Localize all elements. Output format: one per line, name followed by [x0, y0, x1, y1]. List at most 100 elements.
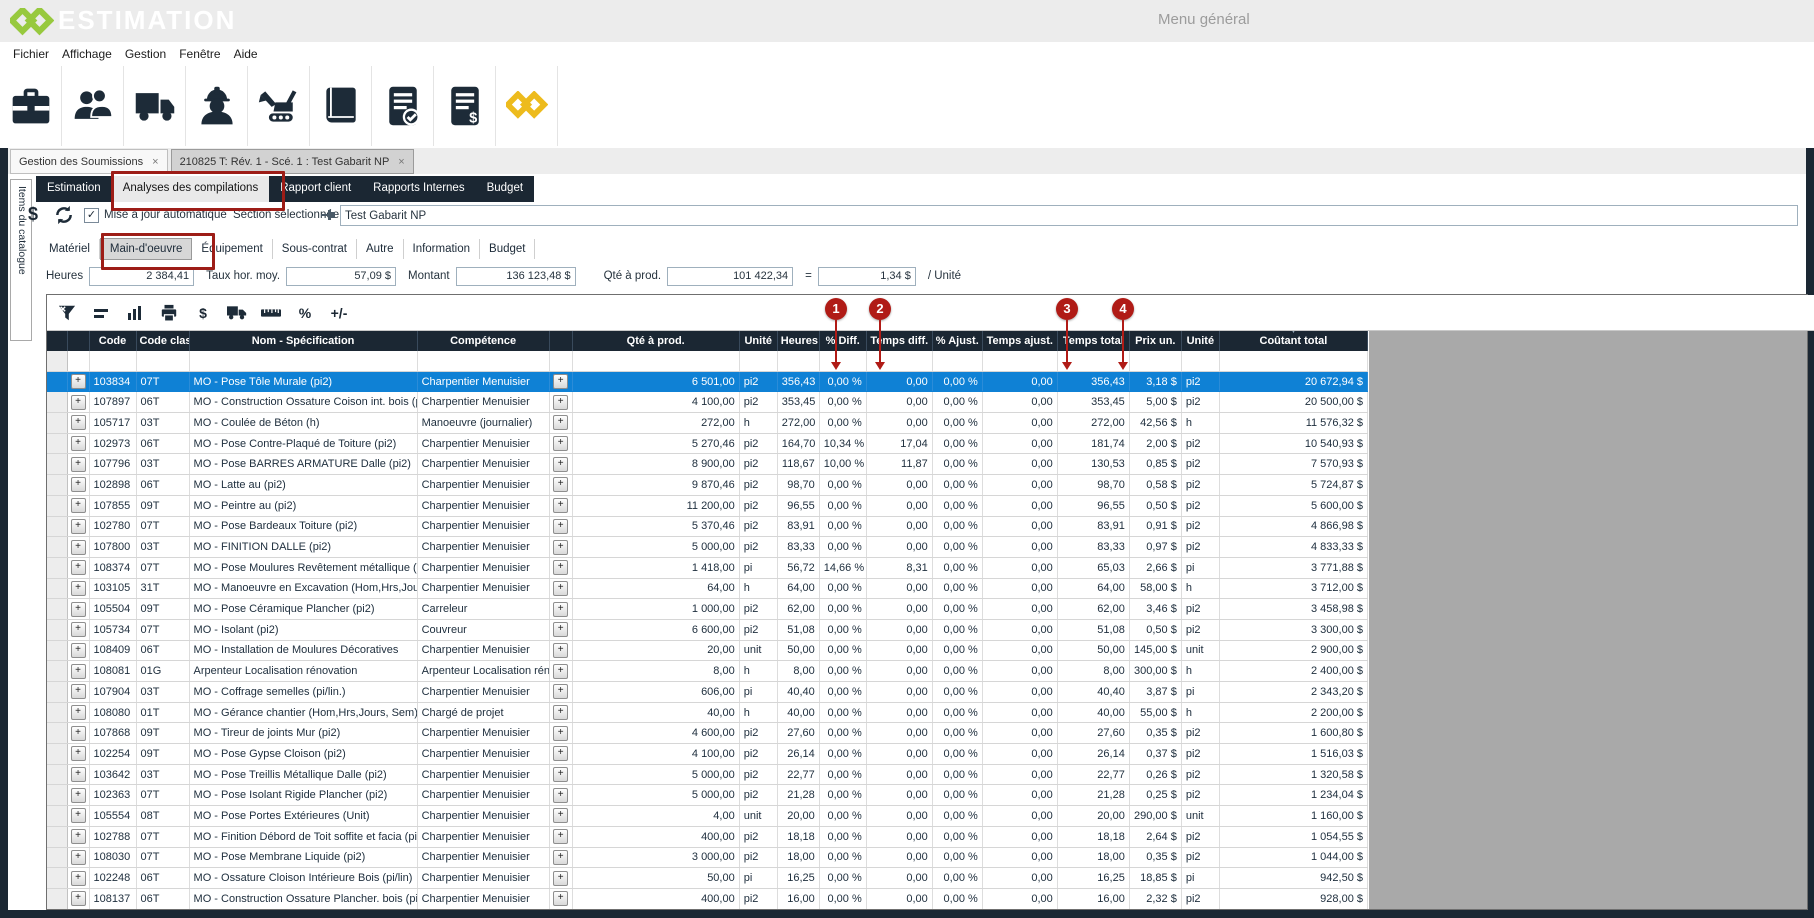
table-row[interactable]: +10573407TMO - Isolant (pi2)Couvreur+6 6… [47, 619, 1368, 640]
worker-button[interactable] [186, 66, 248, 146]
table-row[interactable]: +10571703TMO - Coulée de Béton (h)Manoeu… [47, 413, 1368, 434]
expand-row-button[interactable]: + [71, 498, 86, 513]
truck-button[interactable] [124, 66, 186, 146]
filter-cell[interactable] [1129, 351, 1181, 371]
printer-icon[interactable] [158, 303, 180, 323]
filter-cell[interactable] [89, 351, 136, 371]
expand-row-button[interactable]: + [71, 767, 86, 782]
filter-cell[interactable] [136, 351, 189, 371]
table-row[interactable]: +10550409TMO - Pose Céramique Plancher (… [47, 599, 1368, 620]
menu-fenetre[interactable]: Fenêtre [179, 47, 220, 61]
filter-cell[interactable] [739, 351, 777, 371]
expand-competence-button[interactable]: + [553, 560, 568, 575]
expand-competence-button[interactable]: + [553, 726, 568, 741]
column-header-ajust[interactable]: % Ajust. [932, 331, 982, 351]
table-row[interactable]: +10555408TMO - Pose Portes Extérieures (… [47, 806, 1368, 827]
filter-cell[interactable] [1219, 351, 1367, 371]
table-row[interactable]: +10837407TMO - Pose Moulures Revêtement … [47, 557, 1368, 578]
table-row[interactable]: +10808101GArpenteur Localisation rénovat… [47, 661, 1368, 682]
column-header-temps-diff[interactable]: Temps diff. [866, 331, 932, 351]
menu-gestion[interactable]: Gestion [125, 47, 166, 61]
filter-cell[interactable] [777, 351, 819, 371]
expand-competence-button[interactable]: + [553, 664, 568, 679]
tab-estimation[interactable]: Estimation [36, 176, 112, 202]
expand-competence-button[interactable]: + [553, 746, 568, 761]
table-row[interactable]: +10297306TMO - Pose Contre-Plaqué de Toi… [47, 433, 1368, 454]
expand-row-button[interactable]: + [71, 684, 86, 699]
grid-truck-icon[interactable] [226, 303, 248, 323]
bar-chart-icon[interactable] [124, 303, 146, 323]
expand-row-button[interactable]: + [71, 788, 86, 803]
tab-rapport-client[interactable]: Rapport client [269, 176, 362, 202]
expand-competence-button[interactable]: + [553, 891, 568, 906]
expand-competence-button[interactable]: + [553, 581, 568, 596]
expand-row-button[interactable]: + [71, 726, 86, 741]
expand-competence-button[interactable]: + [553, 850, 568, 865]
column-header-competence[interactable]: Compétence [417, 331, 549, 351]
table-row[interactable]: +10786809TMO - Tireur de joints Mur (pi2… [47, 723, 1368, 744]
montant-value[interactable] [456, 267, 576, 286]
auto-update-checkbox[interactable]: ✓ [84, 208, 99, 223]
catalog-button[interactable] [310, 66, 372, 146]
column-header-code[interactable]: Code [89, 331, 136, 351]
excavator-button[interactable] [248, 66, 310, 146]
expand-row-button[interactable]: + [71, 746, 86, 761]
menu-aide[interactable]: Aide [234, 47, 258, 61]
tab-budget[interactable]: Budget [476, 176, 534, 202]
table-row[interactable]: +10785509TMO - Peintre au (pi2)Charpenti… [47, 495, 1368, 516]
unit-rate-value[interactable] [818, 267, 916, 286]
table-row[interactable]: +10224806TMO - Ossature Cloison Intérieu… [47, 868, 1368, 889]
menu-affichage[interactable]: Affichage [62, 47, 112, 61]
expand-competence-button[interactable]: + [553, 684, 568, 699]
expand-competence-button[interactable]: + [553, 622, 568, 637]
column-header-blank[interactable] [67, 331, 89, 351]
tab-information[interactable]: Information [404, 239, 481, 259]
expand-competence-button[interactable]: + [553, 415, 568, 430]
column-header-nom-specification[interactable]: Nom - Spécification [189, 331, 417, 351]
tab-budget[interactable]: Budget [480, 239, 535, 259]
filter-cell[interactable] [549, 351, 572, 371]
qte-value[interactable] [667, 267, 793, 286]
tab-equipement[interactable]: Équipement [192, 239, 272, 259]
expand-competence-button[interactable]: + [553, 540, 568, 555]
plus-minus-icon[interactable]: +/- [328, 303, 350, 323]
dollar-icon[interactable]: $ [28, 204, 38, 225]
expand-row-button[interactable]: + [71, 871, 86, 886]
expand-row-button[interactable]: + [71, 415, 86, 430]
expand-row-button[interactable]: + [71, 374, 86, 389]
table-row[interactable]: +10813706TMO - Construction Ossature Pla… [47, 888, 1368, 909]
expand-row-button[interactable]: + [71, 829, 86, 844]
table-row[interactable]: +10278807TMO - Finition Débord de Toit s… [47, 826, 1368, 847]
table-row[interactable]: +10364203TMO - Pose Treillis Métallique … [47, 764, 1368, 785]
close-icon[interactable]: × [152, 156, 158, 168]
brand-gold-button[interactable] [496, 66, 558, 146]
expand-row-button[interactable]: + [71, 560, 86, 575]
expand-row-button[interactable]: + [71, 477, 86, 492]
expand-row-button[interactable]: + [71, 436, 86, 451]
expand-competence-button[interactable]: + [553, 602, 568, 617]
document-tab-210825-t-rev-1-sce-1[interactable]: 210825 T: Rév. 1 - Scé. 1 : Test Gabarit… [171, 149, 414, 174]
column-header-temps-total[interactable]: Temps total [1057, 331, 1129, 351]
menu-fichier[interactable]: Fichier [13, 47, 49, 61]
filter-cell[interactable] [819, 351, 866, 371]
expand-row-button[interactable]: + [71, 581, 86, 596]
ruler-icon[interactable] [260, 303, 282, 323]
tab-sous-contrat[interactable]: Sous-contrat [273, 239, 357, 259]
column-header-qte-a-prod[interactable]: Qté à prod. [572, 331, 739, 351]
tab-main-d-oeuvre[interactable]: Main-d'oeuvre [100, 238, 193, 260]
filter-cell[interactable] [1181, 351, 1219, 371]
expand-row-button[interactable]: + [71, 457, 86, 472]
table-row[interactable]: +10236307TMO - Pose Isolant Rigide Planc… [47, 785, 1368, 806]
percent-icon[interactable]: % [294, 303, 316, 323]
toolbox-button[interactable] [0, 66, 62, 146]
tab-materiel[interactable]: Matériel [40, 239, 100, 259]
document-tab-gestion-des-soumissi[interactable]: Gestion des Soumissions× [10, 149, 168, 174]
table-row[interactable]: +10779603TMO - Pose BARRES ARMATURE Dall… [47, 454, 1368, 475]
expand-row-button[interactable]: + [71, 602, 86, 617]
table-row[interactable]: +10383407TMO - Pose Tôle Murale (pi2)Cha… [47, 371, 1368, 392]
column-header-temps-ajust[interactable]: Temps ajust. [982, 331, 1057, 351]
filter-cell[interactable] [982, 351, 1057, 371]
expand-row-button[interactable]: + [71, 519, 86, 534]
expand-competence-button[interactable]: + [553, 457, 568, 472]
section-input[interactable] [340, 205, 1798, 226]
